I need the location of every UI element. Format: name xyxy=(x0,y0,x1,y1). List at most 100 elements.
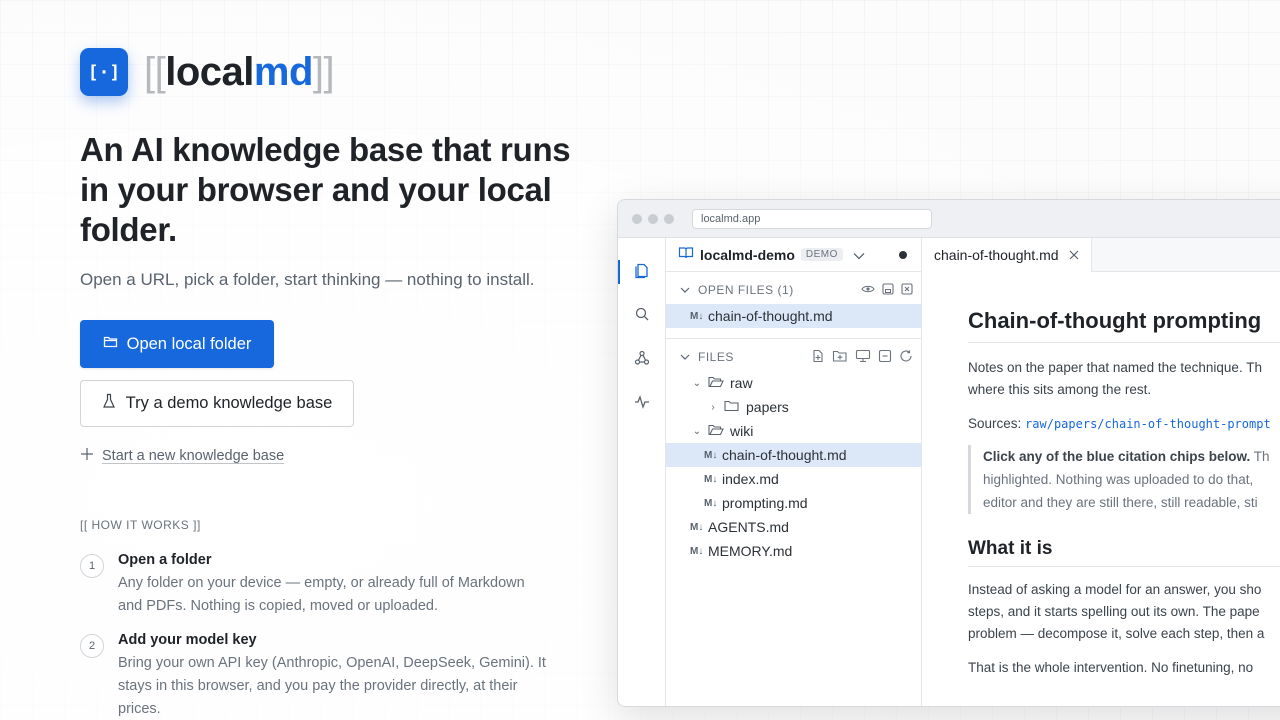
tagline: Open a URL, pick a folder, start thinkin… xyxy=(80,270,535,289)
tree-folder-papers[interactable]: › papers xyxy=(666,395,921,419)
eye-icon[interactable] xyxy=(861,283,875,298)
workspace-name: localmd-demo xyxy=(700,246,795,263)
graph-rail-button[interactable] xyxy=(618,338,666,382)
files-label: FILES xyxy=(698,350,734,364)
step-title: Add your model key xyxy=(118,632,257,648)
search-icon xyxy=(634,306,650,327)
sources-label: Sources: xyxy=(968,416,1022,431)
close-all-icon[interactable] xyxy=(901,282,913,298)
close-icon[interactable] xyxy=(1069,247,1079,263)
editor-pane: chain-of-thought.md Chain-of-thought pro… xyxy=(922,238,1280,706)
doc-paragraph: That is the whole intervention. No finet… xyxy=(968,657,1280,679)
window-dot xyxy=(632,213,642,224)
file-name: chain-of-thought.md xyxy=(722,447,847,463)
step-1: 1 Open a folder Any folder on your devic… xyxy=(80,550,600,618)
chevron-down-icon: ⌄ xyxy=(692,425,702,437)
open-file-name: chain-of-thought.md xyxy=(708,308,833,324)
file-name: AGENTS.md xyxy=(708,519,789,535)
files-section-header[interactable]: FILES xyxy=(666,343,921,371)
tab-label: chain-of-thought.md xyxy=(934,247,1059,263)
chevron-down-icon[interactable] xyxy=(853,247,865,263)
step-text: Any folder on your device — empty, or al… xyxy=(118,575,525,614)
tab-chain-of-thought[interactable]: chain-of-thought.md xyxy=(922,238,1092,272)
file-name: prompting.md xyxy=(722,495,808,511)
file-sidebar: localmd-demo DEMO OPEN FILES (1) M↓ chai… xyxy=(666,238,922,706)
book-icon xyxy=(678,246,694,263)
folder-icon xyxy=(103,335,119,354)
url-bar[interactable]: localmd.app xyxy=(692,208,932,229)
try-demo-label: Try a demo knowledge base xyxy=(125,394,333,412)
markdown-icon: M↓ xyxy=(690,545,704,557)
pulse-icon xyxy=(634,394,650,414)
tree-file-prompting[interactable]: M↓ prompting.md xyxy=(666,491,921,515)
wordmark-local: local xyxy=(165,49,254,94)
doc-line: problem — decompose it, solve each step,… xyxy=(968,626,1265,641)
tab-bar: chain-of-thought.md xyxy=(922,238,1280,272)
doc-intro-line-2: where this sits among the rest. xyxy=(968,382,1152,397)
document-view: Chain-of-thought prompting Notes on the … xyxy=(922,272,1280,679)
step-number: 1 xyxy=(80,554,104,578)
wordmark: [[local md]] xyxy=(144,49,335,95)
window-titlebar: localmd.app xyxy=(618,200,1280,238)
plus-icon xyxy=(80,447,94,465)
new-knowledge-base-label: Start a new knowledge base xyxy=(102,448,285,464)
files-rail-button[interactable] xyxy=(618,250,666,294)
wordmark-open-bracket: [[ xyxy=(144,49,166,94)
status-dot-icon xyxy=(899,250,907,259)
activity-rail xyxy=(618,238,666,706)
folder-name: wiki xyxy=(730,423,754,439)
new-knowledge-base-link[interactable]: Start a new knowledge base xyxy=(80,447,600,465)
wordmark-close-bracket: ]] xyxy=(312,49,335,94)
search-rail-button[interactable] xyxy=(618,294,666,338)
markdown-icon: M↓ xyxy=(704,449,718,461)
refresh-icon[interactable] xyxy=(899,349,913,366)
open-local-folder-label: Open local folder xyxy=(126,334,252,353)
headline: An AI knowledge base that runs in your b… xyxy=(80,131,571,248)
open-files-section-header[interactable]: OPEN FILES (1) xyxy=(666,276,921,304)
try-demo-button[interactable]: Try a demo knowledge base xyxy=(80,380,354,427)
folder-name: papers xyxy=(746,399,789,415)
window-dot xyxy=(648,213,658,224)
doc-callout: Click any of the blue citation chips bel… xyxy=(968,445,1280,514)
callout-line-1: Th xyxy=(1250,449,1270,464)
doc-intro: Notes on the paper that named the techni… xyxy=(968,357,1280,401)
tree-folder-wiki[interactable]: ⌄ wiki xyxy=(666,419,921,443)
new-folder-icon[interactable] xyxy=(832,349,848,366)
chevron-down-icon xyxy=(680,283,690,297)
open-local-folder-button[interactable]: Open local folder xyxy=(80,320,274,368)
markdown-icon: M↓ xyxy=(704,497,718,509)
doc-paragraph: Instead of asking a model for an answer,… xyxy=(968,579,1280,645)
activity-rail-button[interactable] xyxy=(618,382,666,426)
chevron-down-icon: ⌄ xyxy=(692,377,702,389)
how-it-works-title: [[ HOW IT WORKS ]] xyxy=(80,518,201,532)
file-name: index.md xyxy=(722,471,779,487)
tree-file-agents[interactable]: M↓ AGENTS.md xyxy=(666,515,921,539)
new-file-icon[interactable] xyxy=(811,349,825,366)
chevron-down-icon xyxy=(680,350,690,364)
wordmark-md: md xyxy=(253,49,314,94)
doc-title: Chain-of-thought prompting xyxy=(968,308,1280,343)
save-all-icon[interactable] xyxy=(882,282,894,298)
hero: [·] [[local md]] An AI knowledge base tha… xyxy=(80,48,600,720)
callout-line-3: editor and they are still there, still r… xyxy=(983,495,1258,510)
tree-folder-raw[interactable]: ⌄ raw xyxy=(666,371,921,395)
step-text: Bring your own API key (Anthropic, OpenA… xyxy=(118,655,546,717)
import-icon[interactable] xyxy=(855,349,871,366)
open-file-item[interactable]: M↓ chain-of-thought.md xyxy=(666,304,921,328)
chevron-right-icon: › xyxy=(711,401,715,413)
file-name: MEMORY.md xyxy=(708,543,793,559)
markdown-icon: M↓ xyxy=(690,521,704,533)
brand[interactable]: [·] [[local md]] xyxy=(80,48,600,96)
workspace-header[interactable]: localmd-demo DEMO xyxy=(666,238,921,272)
window-dot xyxy=(664,213,674,224)
doc-line: Instead of asking a model for an answer,… xyxy=(968,582,1262,597)
collapse-all-icon[interactable] xyxy=(878,349,892,366)
callout-line-2: highlighted. Nothing was uploaded to do … xyxy=(983,472,1254,487)
tree-file-memory[interactable]: M↓ MEMORY.md xyxy=(666,539,921,563)
folder-icon xyxy=(724,399,740,415)
sources-link[interactable]: raw/papers/chain-of-thought-prompt xyxy=(1025,417,1271,431)
tree-file-chain-of-thought[interactable]: M↓ chain-of-thought.md xyxy=(666,443,921,467)
doc-line: That is the whole intervention. No finet… xyxy=(968,660,1254,675)
folder-open-icon xyxy=(708,423,724,439)
tree-file-index[interactable]: M↓ index.md xyxy=(666,467,921,491)
